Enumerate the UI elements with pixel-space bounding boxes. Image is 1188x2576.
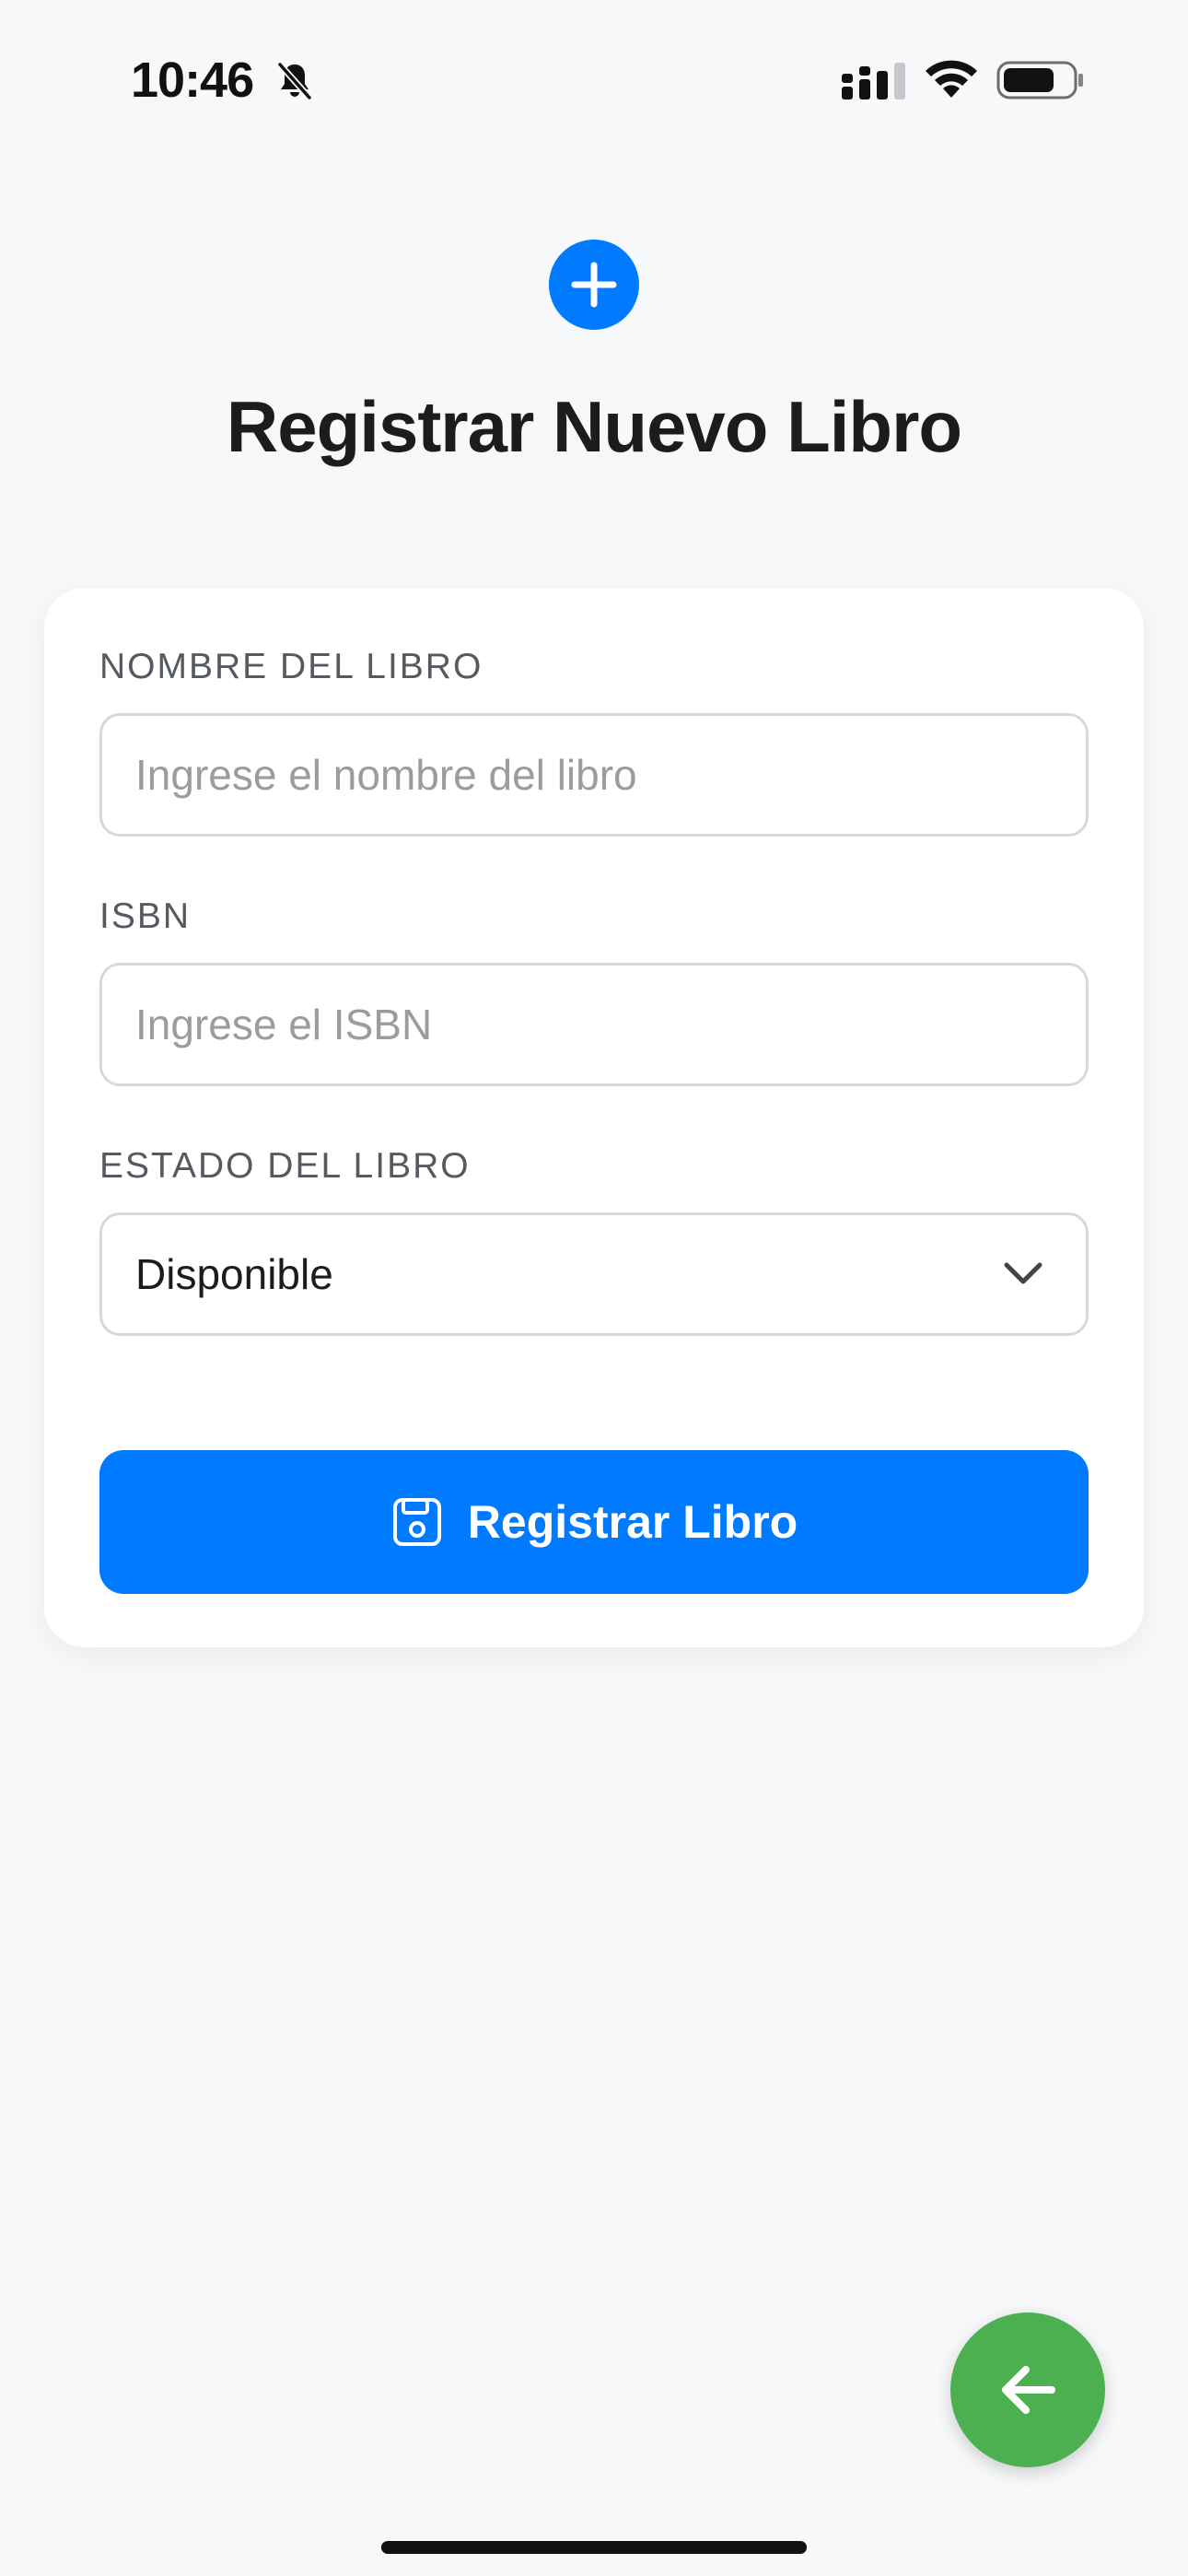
arrow-left-icon: [1002, 2366, 1055, 2414]
book-name-field[interactable]: [99, 713, 1089, 837]
cellular-signal-icon: [842, 63, 905, 100]
page-title: Registrar Nuevo Libro: [226, 386, 962, 467]
wifi-icon: [926, 60, 977, 98]
book-status-label: ESTADO DEL LIBRO: [99, 1146, 471, 1186]
isbn-field[interactable]: [99, 963, 1089, 1086]
isbn-label: ISBN: [99, 896, 192, 936]
back-button[interactable]: [950, 2313, 1105, 2467]
book-name-input[interactable]: [135, 716, 1038, 834]
save-icon: [392, 1498, 441, 1546]
status-bar: 10:46: [0, 0, 1188, 157]
isbn-input[interactable]: [135, 966, 1038, 1083]
bell-slash-icon: [277, 62, 312, 100]
book-status-value: Disponible: [135, 1250, 333, 1298]
book-name-label: NOMBRE DEL LIBRO: [99, 647, 483, 686]
register-book-label: Registrar Libro: [467, 1496, 798, 1548]
battery-icon: [996, 61, 1083, 100]
register-book-button[interactable]: Registrar Libro: [99, 1450, 1089, 1594]
home-indicator[interactable]: [381, 2541, 807, 2554]
book-status-select[interactable]: Disponible: [99, 1212, 1089, 1336]
status-time: 10:46: [131, 53, 254, 108]
chevron-down-icon: [1004, 1262, 1042, 1284]
plus-circle-icon: [549, 240, 639, 330]
